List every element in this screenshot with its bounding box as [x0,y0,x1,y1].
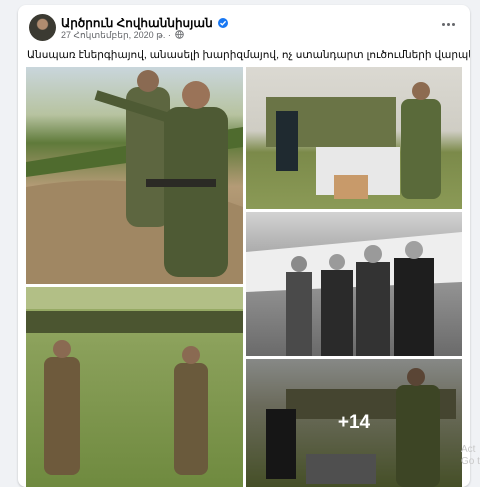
author-name-row: Արծրուն Հովհաննիսյան [61,16,229,30]
post-date[interactable]: 27 Հոկտեմբեր, 2020 թ. [61,30,165,40]
post-meta: 27 Հոկտեմբեր, 2020 թ. · [61,30,185,41]
post-photo-1[interactable] [26,67,243,284]
meta-separator: · [167,30,171,40]
post-text: Անսպառ էներգիայով, անասելի խարիզմայով, ո… [27,49,470,61]
author-avatar[interactable] [29,14,56,41]
author-name[interactable]: Արծրուն Հովհաննիսյան [61,16,213,30]
post-photo-5[interactable]: +14 [246,359,462,487]
watermark-line-1: Act [461,444,476,455]
more-photos-overlay[interactable]: +14 [246,359,462,487]
watermark-line-2: Go t [461,456,480,467]
post-photo-2[interactable] [246,67,462,209]
more-options-icon[interactable] [438,19,458,29]
post-photo-3[interactable] [246,212,462,356]
post-photo-4[interactable] [26,287,243,487]
verified-badge-icon [218,18,229,28]
facebook-post-card: Արծրուն Հովհաննիսյան 27 Հոկտեմբեր, 2020 … [18,5,470,487]
more-photos-count: +14 [337,412,371,433]
activate-windows-watermark: Act Go t [461,444,480,468]
globe-icon [175,30,185,39]
